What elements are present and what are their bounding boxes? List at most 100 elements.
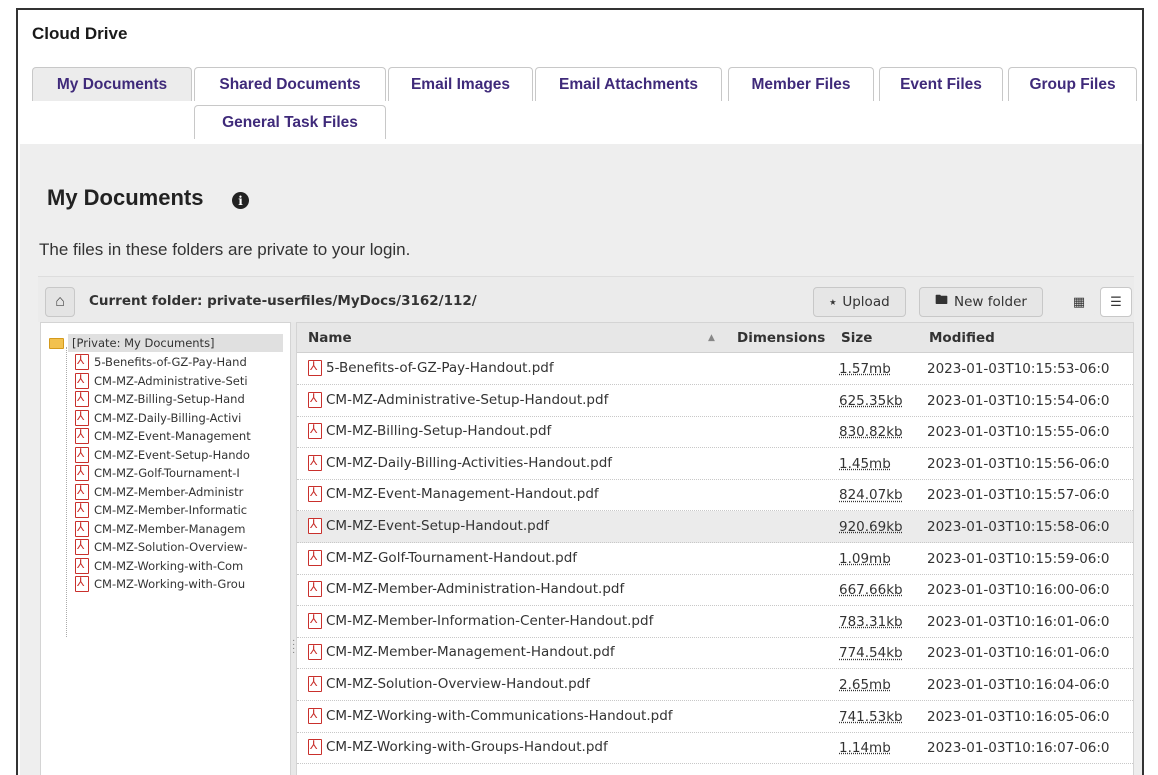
- current-folder-label: Current folder: private-userfiles/MyDocs…: [89, 293, 477, 309]
- file-size[interactable]: 783.31kb: [839, 614, 903, 630]
- file-row[interactable]: CM-MZ-Administrative-Setup-Handout.pdf 62…: [297, 385, 1133, 417]
- tree-file-item[interactable]: CM-MZ-Event-Management: [75, 427, 287, 445]
- column-header-size[interactable]: Size: [841, 330, 872, 346]
- pdf-file-icon: [75, 427, 89, 444]
- file-row[interactable]: CM-MZ-Solution-Overview-Handout.pdf 2.65m…: [297, 669, 1133, 701]
- file-name-cell: CM-MZ-Solution-Overview-Handout.pdf: [308, 675, 590, 692]
- tab-shared-documents[interactable]: Shared Documents: [194, 67, 386, 101]
- tab-event-files[interactable]: Event Files: [879, 67, 1003, 101]
- pdf-file-icon: [308, 675, 322, 692]
- grid-view-icon: ▦: [1072, 294, 1086, 310]
- tree-file-item[interactable]: CM-MZ-Golf-Tournament-I: [75, 464, 287, 482]
- column-header-dimensions[interactable]: Dimensions: [737, 330, 825, 346]
- pdf-file-icon: [308, 517, 322, 534]
- file-size[interactable]: 1.45mb: [839, 456, 891, 472]
- list-view-button[interactable]: ☰: [1100, 287, 1132, 317]
- tree-file-label: CM-MZ-Event-Management: [94, 429, 251, 443]
- tree-file-label: CM-MZ-Member-Managem: [94, 521, 246, 536]
- file-name-cell: CM-MZ-Golf-Tournament-Handout.pdf: [308, 549, 578, 566]
- file-name-cell: CM-MZ-Member-Administration-Handout.pdf: [308, 580, 625, 598]
- open-folder-icon: [49, 337, 64, 349]
- tree-file-item[interactable]: 5-Benefits-of-GZ-Pay-Hand: [75, 353, 287, 371]
- tree-file-item[interactable]: CM-MZ-Member-Informatic: [75, 501, 287, 519]
- tab-email-attachments[interactable]: Email Attachments: [535, 67, 722, 101]
- file-name: CM-MZ-Member-Administration-Handout.pdf: [326, 581, 625, 598]
- file-size[interactable]: 625.35kb: [839, 393, 903, 409]
- tree-file-label: CM-MZ-Event-Setup-Hando: [94, 447, 250, 462]
- file-name-cell: CM-MZ-Member-Information-Center-Handout.…: [308, 612, 653, 629]
- file-size[interactable]: 1.57mb: [839, 361, 891, 377]
- tab-group-files[interactable]: Group Files: [1008, 67, 1137, 101]
- tree-file-label: CM-MZ-Solution-Overview-: [94, 540, 248, 554]
- file-size[interactable]: 830.82kb: [839, 424, 903, 440]
- file-size[interactable]: 920.69kb: [839, 519, 903, 535]
- tree-root-label: [Private: My Documents]: [68, 334, 283, 352]
- splitter-grip[interactable]: · · · ·: [292, 636, 295, 658]
- grid-view-button[interactable]: ▦: [1063, 287, 1095, 317]
- pdf-file-icon: [308, 485, 322, 503]
- file-toolbar: ⌂ Current folder: private-userfiles/MyDo…: [38, 276, 1134, 322]
- tree-file-item[interactable]: CM-MZ-Working-with-Grou: [75, 575, 287, 593]
- file-size[interactable]: 2.65mb: [839, 677, 891, 693]
- upload-button[interactable]: ⭑ Upload: [813, 287, 906, 317]
- file-name-cell: CM-MZ-Billing-Setup-Handout.pdf: [308, 422, 551, 440]
- file-row[interactable]: 5-Benefits-of-GZ-Pay-Handout.pdf 1.57mb 20…: [297, 353, 1133, 385]
- pdf-file-icon: [75, 372, 89, 389]
- column-header-modified[interactable]: Modified: [929, 330, 995, 346]
- file-name: CM-MZ-Administrative-Setup-Handout.pdf: [326, 391, 609, 408]
- new-folder-label: New folder: [954, 294, 1027, 310]
- pdf-file-icon: [75, 390, 89, 407]
- folder-tree: [Private: My Documents] 5-Benefits-of-GZ…: [40, 322, 290, 775]
- tree-file-item[interactable]: CM-MZ-Working-with-Com: [75, 557, 287, 575]
- file-row[interactable]: CM-MZ-Billing-Setup-Handout.pdf 830.82kb 2…: [297, 416, 1133, 449]
- tab-email-images[interactable]: Email Images: [388, 67, 533, 101]
- file-row[interactable]: CM-MZ-Event-Management-Handout.pdf 824.07…: [297, 479, 1133, 512]
- tab-bar: My Documents Shared Documents Email Imag…: [32, 67, 1142, 147]
- file-size[interactable]: 741.53kb: [839, 709, 903, 725]
- pdf-file-icon: [75, 483, 89, 500]
- file-row[interactable]: CM-MZ-Golf-Tournament-Handout.pdf 1.09mb 2…: [297, 543, 1133, 575]
- file-row[interactable]: CM-MZ-Daily-Billing-Activities-Handout.p…: [297, 448, 1133, 480]
- tree-file-item[interactable]: CM-MZ-Billing-Setup-Hand: [75, 390, 287, 408]
- tree-file-item[interactable]: CM-MZ-Daily-Billing-Activi: [75, 409, 287, 427]
- column-header-name[interactable]: Name: [308, 330, 352, 346]
- file-name: CM-MZ-Golf-Tournament-Handout.pdf: [326, 549, 578, 566]
- file-name: 5-Benefits-of-GZ-Pay-Handout.pdf: [326, 360, 554, 376]
- home-button[interactable]: ⌂: [45, 287, 75, 317]
- tree-file-label: CM-MZ-Daily-Billing-Activi: [94, 410, 242, 425]
- file-name: CM-MZ-Member-Management-Handout.pdf: [326, 644, 615, 661]
- file-size[interactable]: 774.54kb: [839, 645, 903, 661]
- file-row[interactable]: CM-MZ-Working-with-Communications-Handou…: [297, 701, 1133, 733]
- tree-file-item[interactable]: CM-MZ-Member-Administr: [75, 483, 287, 501]
- tab-member-files[interactable]: Member Files: [728, 67, 874, 101]
- tree-file-label: CM-MZ-Member-Informatic: [94, 503, 248, 517]
- file-row[interactable]: CM-MZ-Member-Information-Center-Handout.…: [297, 606, 1133, 638]
- home-icon: ⌂: [55, 293, 65, 310]
- file-name-cell: CM-MZ-Event-Management-Handout.pdf: [308, 485, 599, 503]
- tree-file-item[interactable]: CM-MZ-Member-Managem: [75, 520, 287, 538]
- tree-file-item[interactable]: CM-MZ-Solution-Overview-: [75, 538, 287, 556]
- tree-file-item[interactable]: CM-MZ-Event-Setup-Hando: [75, 446, 287, 464]
- file-size[interactable]: 1.14mb: [839, 740, 891, 756]
- pdf-file-icon: [75, 575, 89, 592]
- tree-file-label: 5-Benefits-of-GZ-Pay-Hand: [94, 355, 247, 369]
- tree-root-folder[interactable]: [Private: My Documents]: [49, 333, 283, 353]
- tab-my-documents[interactable]: My Documents: [32, 67, 192, 101]
- file-row[interactable]: CM-MZ-Member-Management-Handout.pdf 774.5…: [297, 637, 1133, 670]
- file-row[interactable]: CM-MZ-Working-with-Groups-Handout.pdf 1.1…: [297, 732, 1133, 765]
- file-row[interactable]: CM-MZ-Member-Administration-Handout.pdf 6…: [297, 574, 1133, 607]
- new-folder-button[interactable]: 🖿 New folder: [919, 287, 1043, 317]
- tree-file-item[interactable]: CM-MZ-Administrative-Seti: [75, 372, 287, 390]
- file-modified: 2023-01-03T10:15:54-06:0: [927, 392, 1110, 409]
- file-modified: 2023-01-03T10:16:01-06:0: [927, 645, 1110, 662]
- file-modified: 2023-01-03T10:15:57-06:0: [927, 487, 1110, 504]
- info-icon[interactable]: i: [232, 192, 249, 209]
- file-size[interactable]: 1.09mb: [839, 551, 891, 567]
- file-name-cell: CM-MZ-Administrative-Setup-Handout.pdf: [308, 391, 609, 408]
- tab-general-task-files[interactable]: General Task Files: [194, 105, 386, 139]
- file-size[interactable]: 667.66kb: [839, 582, 903, 598]
- pdf-file-icon: [75, 464, 89, 481]
- file-row[interactable]: CM-MZ-Event-Setup-Handout.pdf 920.69kb 202…: [297, 511, 1133, 543]
- file-size[interactable]: 824.07kb: [839, 487, 903, 503]
- pdf-file-icon: [308, 738, 322, 756]
